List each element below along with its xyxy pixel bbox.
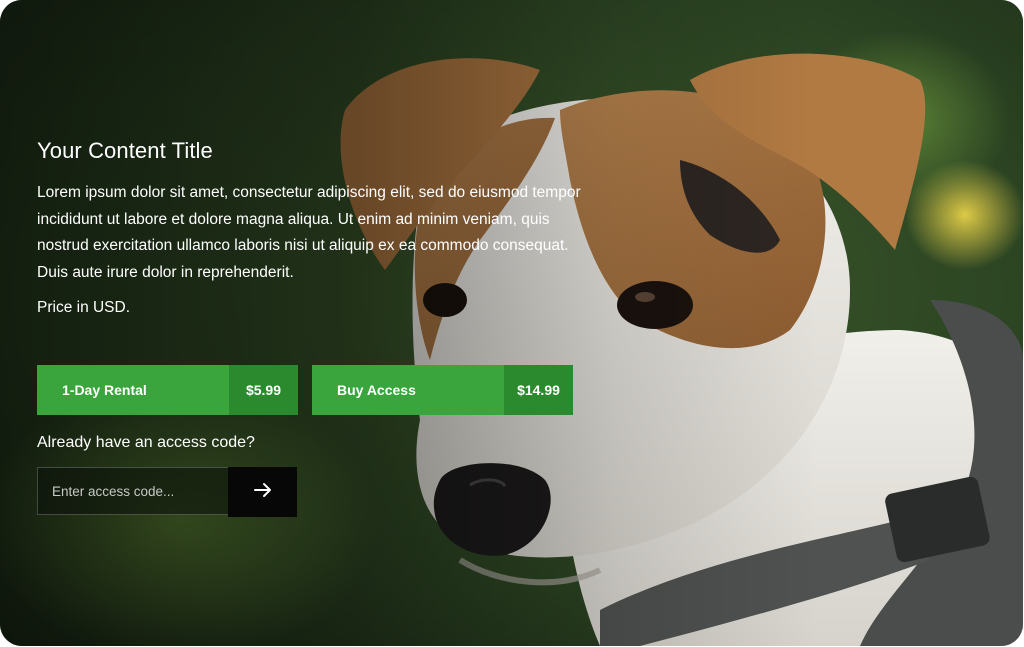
access-code-submit-button[interactable] (228, 467, 297, 517)
image-overlay (0, 0, 1023, 646)
buy-access-button[interactable]: Buy Access $14.99 (312, 365, 573, 415)
buy-access-button-label: Buy Access (312, 365, 504, 415)
access-code-form (37, 467, 297, 517)
access-code-prompt: Already have an access code? (37, 434, 255, 451)
rental-button-label: 1-Day Rental (37, 365, 229, 415)
access-code-input[interactable] (37, 467, 228, 515)
buy-access-button-price: $14.99 (504, 365, 573, 415)
purchase-options: 1-Day Rental $5.99 Buy Access $14.99 (37, 365, 573, 415)
content-description: Lorem ipsum dolor sit amet, consectetur … (37, 184, 581, 281)
rental-button-price: $5.99 (229, 365, 298, 415)
price-note: Price in USD. (37, 299, 131, 316)
arrow-right-icon (253, 482, 272, 503)
paywall-card: Your Content Title Lorem ipsum dolor sit… (0, 0, 1023, 646)
content-title: Your Content Title (37, 138, 213, 163)
rental-button[interactable]: 1-Day Rental $5.99 (37, 365, 298, 415)
content-block: Your Content Title Lorem ipsum dolor sit… (37, 136, 597, 319)
